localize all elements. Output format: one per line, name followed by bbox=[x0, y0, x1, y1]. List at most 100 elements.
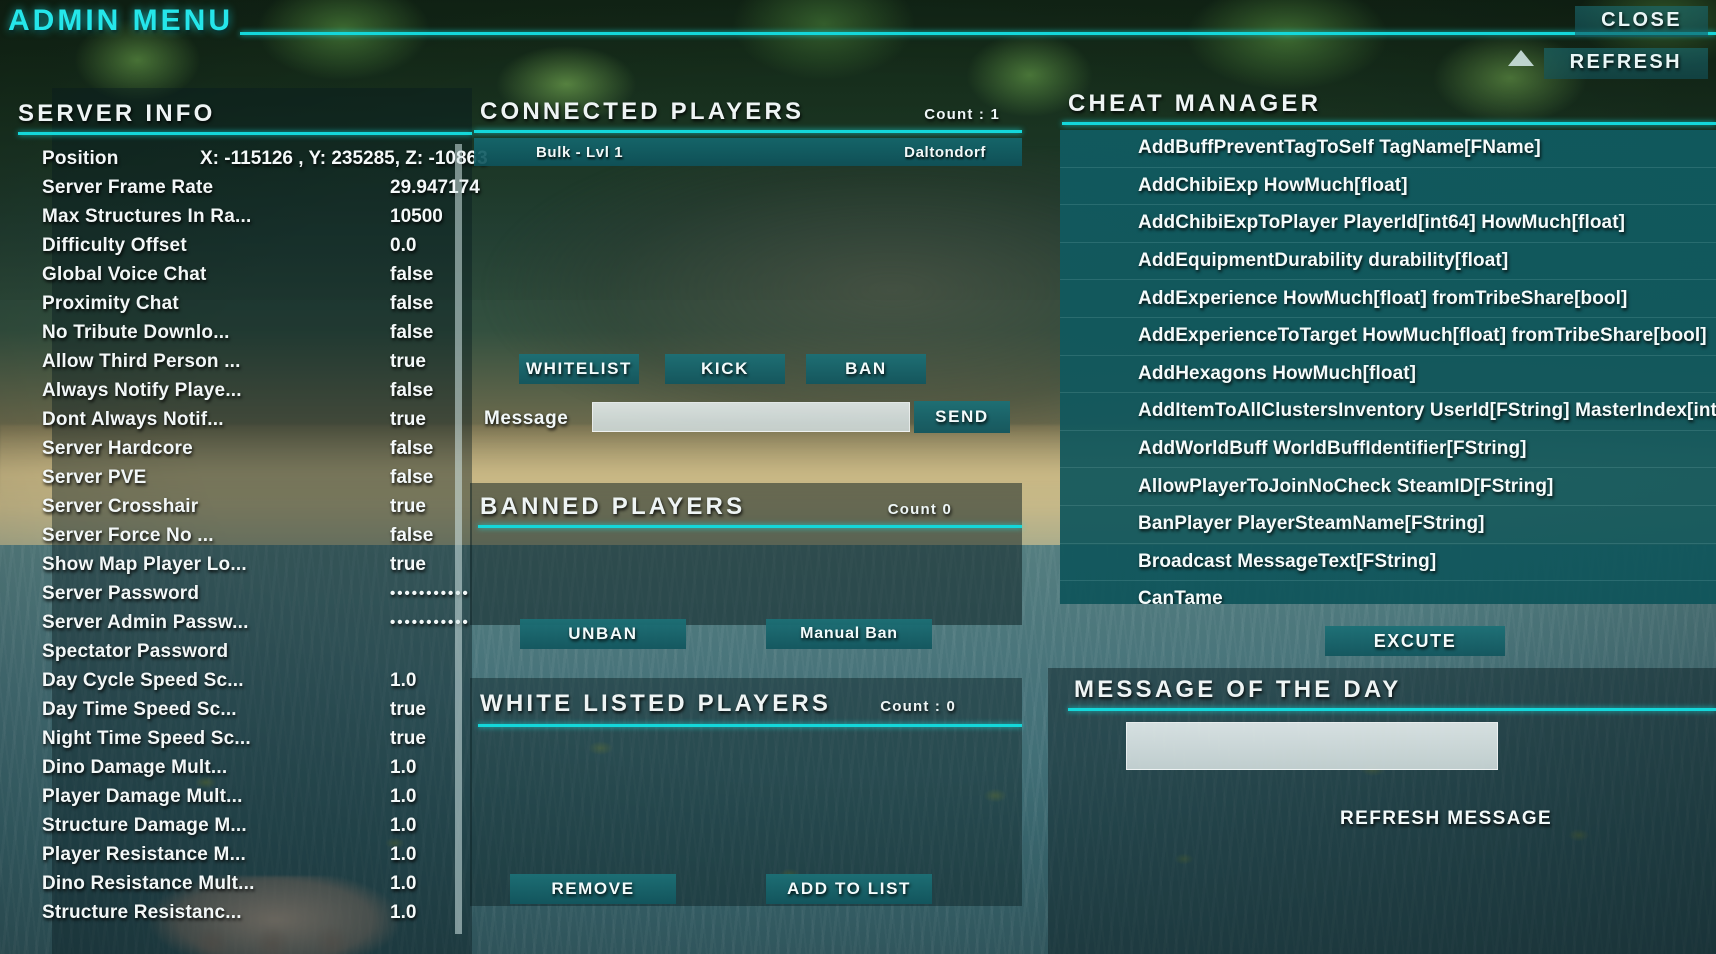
server-info-list: Position X: -115126 , Y: 235285, Z: -1086… bbox=[0, 144, 488, 954]
cheat-command-row[interactable]: AddChibiExpToPlayer PlayerId[int64] HowM… bbox=[1060, 205, 1716, 243]
server-info-key: Player Resistance M... bbox=[42, 843, 247, 865]
refresh-button[interactable]: REFRESH bbox=[1543, 48, 1708, 79]
cheat-command-label: AddExperience HowMuch[float] fromTribeSh… bbox=[1138, 287, 1628, 309]
server-info-row: Always Notify Playe... false bbox=[0, 376, 472, 405]
server-info-key: Spectator Password bbox=[42, 640, 229, 662]
unban-button[interactable]: UNBAN bbox=[520, 619, 686, 649]
cheat-command-label: AddChibiExp HowMuch[float] bbox=[1138, 174, 1408, 196]
banned-players-title: BANNED PLAYERS bbox=[480, 493, 746, 520]
server-info-key: Server Admin Passw... bbox=[42, 611, 249, 633]
execute-button[interactable]: EXCUTE bbox=[1325, 626, 1505, 656]
connected-player-row[interactable]: Bulk - Lvl 1 Daltondorf bbox=[474, 138, 1022, 166]
server-info-scrollbar[interactable] bbox=[455, 144, 462, 934]
server-info-row: Spectator Password bbox=[0, 637, 472, 666]
server-info-value: 1.0 bbox=[390, 843, 417, 865]
server-info-value: false bbox=[390, 379, 434, 401]
cheat-command-row[interactable]: AddExperience HowMuch[float] fromTribeSh… bbox=[1060, 280, 1716, 318]
refresh-arrow-icon bbox=[1508, 50, 1534, 66]
manual-ban-button[interactable]: Manual Ban bbox=[766, 619, 932, 649]
server-info-key: Structure Damage M... bbox=[42, 814, 247, 836]
server-info-row: Show Map Player Lo... true bbox=[0, 550, 472, 579]
cheat-command-row[interactable]: AddBuffPreventTagToSelf TagName[FName] bbox=[1060, 130, 1716, 168]
server-info-key: Structure Resistanc... bbox=[42, 901, 242, 923]
white-listed-count: Count : 0 bbox=[880, 698, 956, 715]
whitelist-button[interactable]: WHITELIST bbox=[519, 354, 639, 384]
server-info-value: false bbox=[390, 292, 434, 314]
server-info-value: false bbox=[390, 263, 434, 285]
cheat-command-label: AddExperienceToTarget HowMuch[float] fro… bbox=[1138, 325, 1707, 347]
cheat-command-row[interactable]: AddWorldBuff WorldBuffIdentifier[FString… bbox=[1060, 431, 1716, 469]
add-to-list-button[interactable]: ADD TO LIST bbox=[766, 874, 932, 904]
server-info-row: Day Cycle Speed Sc... 1.0 bbox=[0, 666, 472, 695]
server-info-value: false bbox=[390, 524, 434, 546]
server-info-row: Player Damage Mult... 1.0 bbox=[0, 782, 472, 811]
server-info-value: true bbox=[390, 553, 426, 575]
server-info-row: Server Hardcore false bbox=[0, 434, 472, 463]
server-info-key: Dino Damage Mult... bbox=[42, 756, 228, 778]
server-info-value: 0.0 bbox=[390, 234, 417, 256]
white-listed-players-panel: WHITE LISTED PLAYERS Count : 0 REMOVE AD… bbox=[462, 678, 1022, 954]
motd-input[interactable] bbox=[1126, 722, 1498, 770]
player-tribe: Daltondorf bbox=[904, 143, 986, 161]
kick-button[interactable]: KICK bbox=[665, 354, 785, 384]
server-info-key: Server Frame Rate bbox=[42, 176, 214, 198]
server-info-key: Server Password bbox=[42, 582, 200, 604]
server-info-value: 1.0 bbox=[390, 901, 417, 923]
server-info-row: Night Time Speed Sc... true bbox=[0, 724, 472, 753]
cheat-command-label: CanTame bbox=[1138, 588, 1223, 604]
server-info-divider bbox=[18, 132, 472, 135]
remove-button[interactable]: REMOVE bbox=[510, 874, 676, 904]
server-info-value: true bbox=[390, 408, 426, 430]
server-info-row: Dont Always Notif... true bbox=[0, 405, 472, 434]
cheat-command-row[interactable]: AddItemToAllClustersInventory UserId[FSt… bbox=[1060, 393, 1716, 431]
cheat-command-label: BanPlayer PlayerSteamName[FString] bbox=[1138, 513, 1485, 535]
server-info-key: Server Crosshair bbox=[42, 495, 199, 517]
cheat-command-row[interactable]: Broadcast MessageText[FString] bbox=[1060, 544, 1716, 582]
banned-players-divider bbox=[478, 525, 1022, 528]
server-info-row: Dino Resistance Mult... 1.0 bbox=[0, 869, 472, 898]
cheat-command-row[interactable]: CanTame bbox=[1060, 581, 1716, 604]
server-info-row: Server Crosshair true bbox=[0, 492, 472, 521]
server-info-value: 10500 bbox=[390, 205, 443, 227]
close-button[interactable]: CLOSE bbox=[1575, 6, 1708, 37]
cheat-command-row[interactable]: AddExperienceToTarget HowMuch[float] fro… bbox=[1060, 318, 1716, 356]
connected-players-panel: CONNECTED PLAYERS Count : 1 Bulk - Lvl 1… bbox=[462, 88, 1022, 478]
cheat-manager-panel: CHEAT MANAGER AddBuffPreventTagToSelf Ta… bbox=[1040, 80, 1716, 656]
server-info-key: Show Map Player Lo... bbox=[42, 553, 247, 575]
server-info-row: Server Force No ... false bbox=[0, 521, 472, 550]
server-info-key: Always Notify Playe... bbox=[42, 379, 242, 401]
motd-title: MESSAGE OF THE DAY bbox=[1074, 676, 1402, 703]
cheat-command-row[interactable]: BanPlayer PlayerSteamName[FString] bbox=[1060, 506, 1716, 544]
cheat-command-row[interactable]: AllowPlayerToJoinNoCheck SteamID[FString… bbox=[1060, 468, 1716, 506]
server-info-key: Dino Resistance Mult... bbox=[42, 872, 255, 894]
refresh-message-button[interactable]: REFRESH MESSAGE bbox=[1340, 808, 1552, 830]
cheat-command-label: AddWorldBuff WorldBuffIdentifier[FString… bbox=[1138, 438, 1527, 460]
server-info-row: Difficulty Offset 0.0 bbox=[0, 231, 472, 260]
message-label: Message bbox=[484, 408, 569, 429]
server-info-value: 1.0 bbox=[390, 785, 417, 807]
server-info-key: No Tribute Downlo... bbox=[42, 321, 230, 343]
server-info-key: Day Cycle Speed Sc... bbox=[42, 669, 244, 691]
server-info-key: Proximity Chat bbox=[42, 292, 179, 314]
server-info-key: Dont Always Notif... bbox=[42, 408, 224, 430]
server-info-row: Max Structures In Ra... 10500 bbox=[0, 202, 472, 231]
cheat-command-row[interactable]: AddEquipmentDurability durability[float] bbox=[1060, 243, 1716, 281]
ban-button[interactable]: BAN bbox=[806, 354, 926, 384]
banned-players-list bbox=[478, 533, 1022, 609]
server-info-value: true bbox=[390, 350, 426, 372]
server-info-row: Server Password ••••••••••• bbox=[0, 579, 472, 608]
server-info-row: Global Voice Chat false bbox=[0, 260, 472, 289]
server-info-value: 1.0 bbox=[390, 669, 417, 691]
banned-players-panel: BANNED PLAYERS Count 0 UNBAN Manual Ban bbox=[462, 483, 1022, 655]
cheat-command-row[interactable]: AddHexagons HowMuch[float] bbox=[1060, 356, 1716, 394]
server-info-row: Server Admin Passw... ••••••••••• bbox=[0, 608, 472, 637]
cheat-command-label: AddItemToAllClustersInventory UserId[FSt… bbox=[1138, 400, 1716, 422]
server-info-value: true bbox=[390, 495, 426, 517]
white-listed-title: WHITE LISTED PLAYERS bbox=[480, 690, 832, 717]
cheat-command-row[interactable]: AddChibiExp HowMuch[float] bbox=[1060, 168, 1716, 206]
cheat-command-list[interactable]: AddBuffPreventTagToSelf TagName[FName] Ad… bbox=[1060, 130, 1716, 604]
page-title: ADMIN MENU bbox=[8, 4, 233, 37]
send-button[interactable]: SEND bbox=[914, 401, 1010, 433]
white-listed-list bbox=[478, 732, 1022, 852]
message-input[interactable] bbox=[592, 402, 910, 432]
